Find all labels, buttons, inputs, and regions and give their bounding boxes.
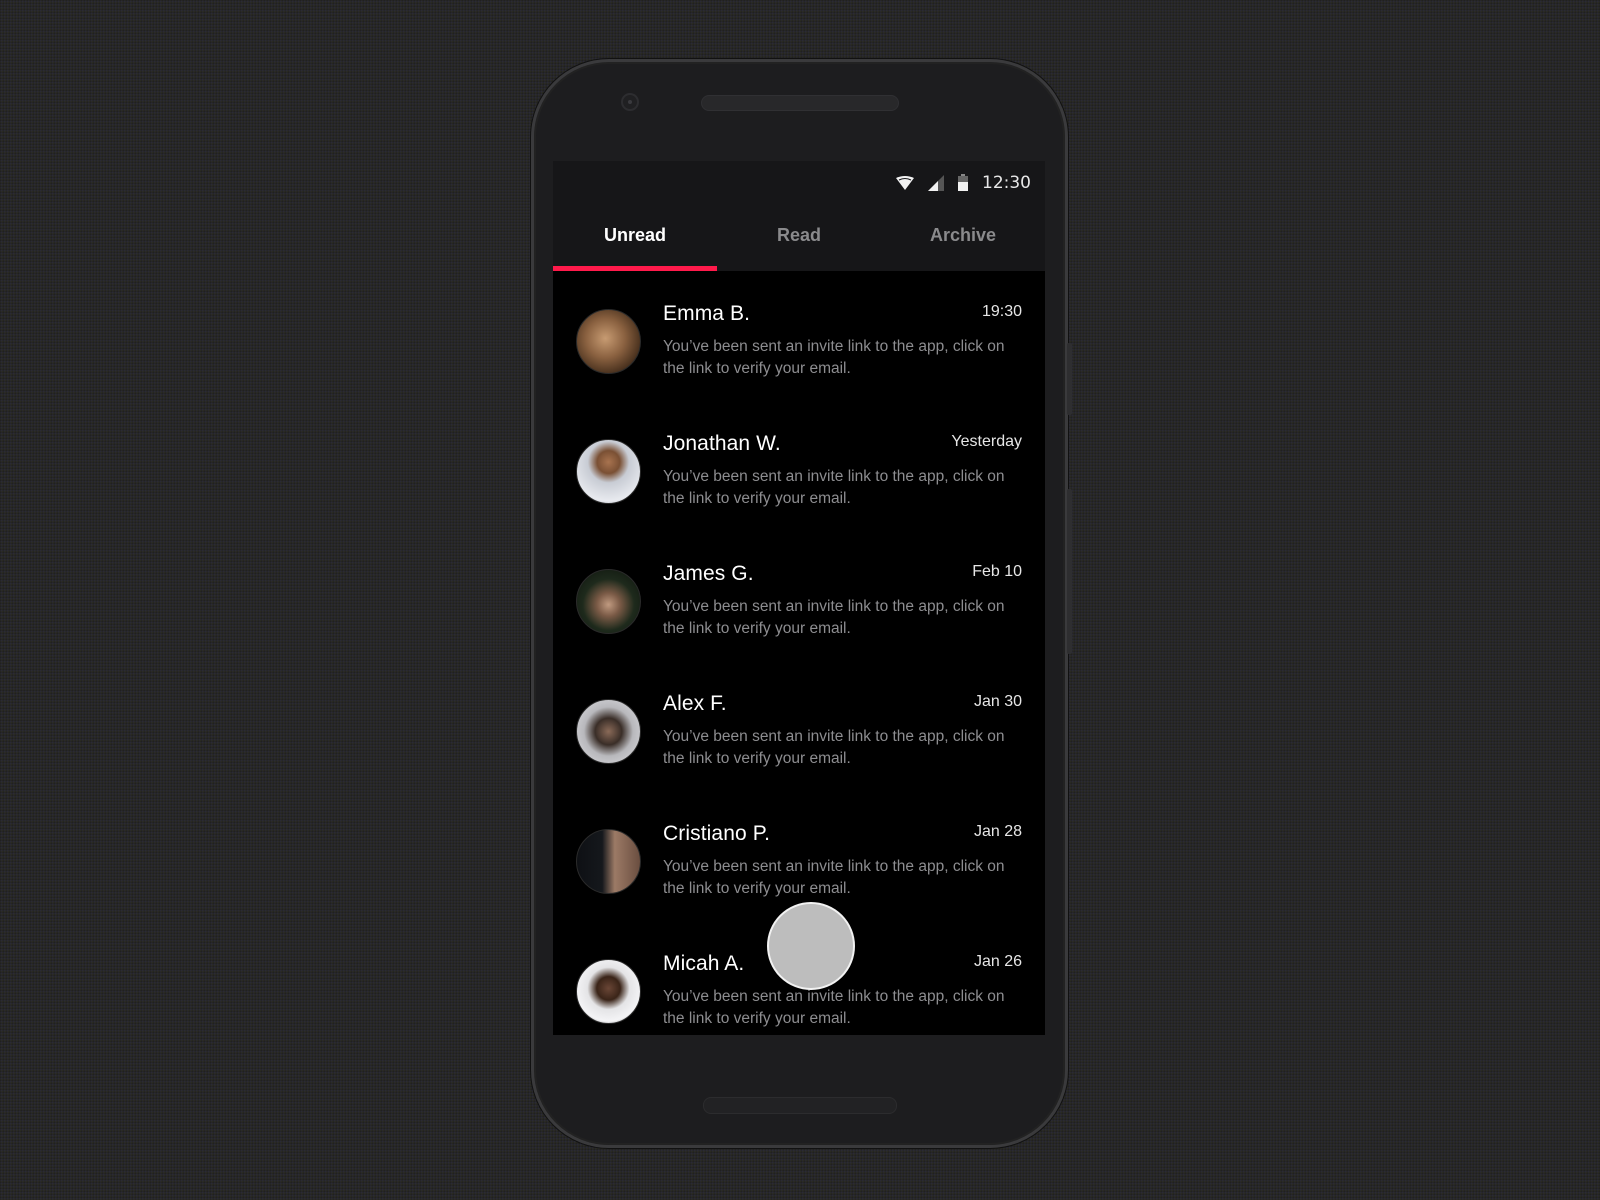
list-item[interactable]: Emma B. 19:30 You’ve been sent an invite… bbox=[553, 271, 1045, 401]
avatar bbox=[576, 439, 641, 504]
tab-unread[interactable]: Unread bbox=[553, 204, 717, 271]
list-item[interactable]: James G. Feb 10 You’ve been sent an invi… bbox=[553, 531, 1045, 661]
sender-name: Cristiano P. bbox=[663, 822, 771, 845]
sender-name: Emma B. bbox=[663, 302, 751, 325]
message-time: 19:30 bbox=[981, 303, 1022, 320]
wifi-icon bbox=[896, 175, 914, 190]
touch-indicator bbox=[767, 902, 855, 990]
list-item[interactable]: Alex F. Jan 30 You’ve been sent an invit… bbox=[553, 661, 1045, 791]
message-time: Jan 26 bbox=[973, 953, 1022, 970]
tab-archive[interactable]: Archive bbox=[881, 204, 1045, 271]
battery-icon bbox=[958, 174, 968, 191]
sender-name: James G. bbox=[663, 562, 754, 585]
message-time: Feb 10 bbox=[972, 563, 1022, 580]
sender-name: Alex F. bbox=[663, 692, 727, 715]
message-preview: You’ve been sent an invite link to the a… bbox=[663, 338, 1005, 377]
earpiece-speaker bbox=[701, 95, 899, 111]
tab-bar: Unread Read Archive bbox=[553, 204, 1045, 271]
avatar bbox=[576, 699, 641, 764]
volume-button bbox=[1067, 343, 1072, 415]
cell-signal-icon bbox=[928, 174, 944, 191]
front-camera bbox=[621, 93, 639, 111]
message-preview: You’ve been sent an invite link to the a… bbox=[663, 728, 1005, 767]
list-item[interactable]: Cristiano P. Jan 28 You’ve been sent an … bbox=[553, 791, 1045, 921]
message-preview: You’ve been sent an invite link to the a… bbox=[663, 858, 1005, 897]
list-item[interactable]: Jonathan W. Yesterday You’ve been sent a… bbox=[553, 401, 1045, 531]
power-button bbox=[1067, 489, 1072, 654]
bottom-speaker bbox=[703, 1097, 897, 1114]
message-preview: You’ve been sent an invite link to the a… bbox=[663, 988, 1005, 1027]
message-time: Yesterday bbox=[951, 433, 1022, 450]
avatar bbox=[576, 829, 641, 894]
avatar bbox=[576, 309, 641, 374]
sender-name: Micah A. bbox=[663, 952, 745, 975]
avatar bbox=[576, 569, 641, 634]
sender-name: Jonathan W. bbox=[663, 432, 781, 455]
status-time: 12:30 bbox=[982, 172, 1031, 193]
message-preview: You’ve been sent an invite link to the a… bbox=[663, 598, 1005, 637]
status-bar: 12:30 bbox=[553, 161, 1045, 204]
tab-read[interactable]: Read bbox=[717, 204, 881, 271]
avatar bbox=[576, 959, 641, 1024]
message-time: Jan 28 bbox=[973, 823, 1022, 840]
message-preview: You’ve been sent an invite link to the a… bbox=[663, 468, 1005, 507]
message-time: Jan 30 bbox=[973, 693, 1022, 710]
